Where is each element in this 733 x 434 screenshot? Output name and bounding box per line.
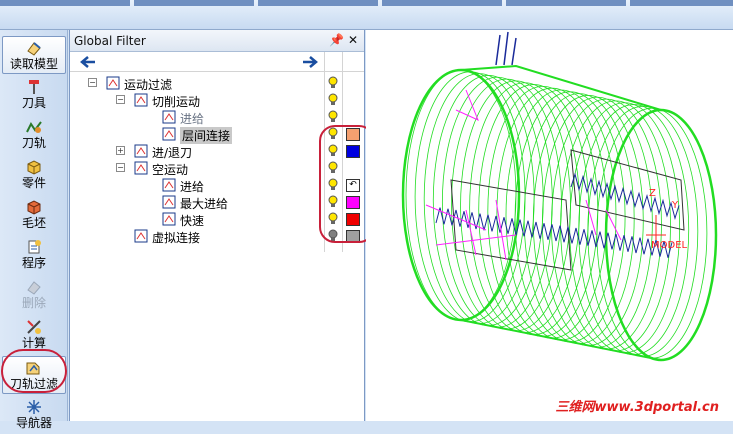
motion-type-icon — [134, 161, 148, 175]
panel-title-bar: Global Filter 📌 ✕ — [70, 30, 364, 52]
top-tab[interactable] — [0, 0, 130, 6]
program-icon — [28, 240, 41, 254]
load-model-label: 读取模型 — [9, 57, 58, 71]
motion-type-icon — [134, 93, 148, 107]
arrow-left-icon[interactable] — [80, 56, 96, 68]
collapse-icon[interactable]: − — [116, 163, 125, 172]
tree-item-label: 运动过滤 — [124, 78, 173, 92]
bulb-on-icon[interactable] — [327, 93, 339, 107]
program-label: 程序 — [21, 256, 46, 270]
watermark: 三维网www.3dportal.cn — [555, 400, 719, 415]
tree-item-label: 进给 — [180, 180, 205, 194]
motion-type-icon — [106, 76, 120, 90]
motion-type-icon — [162, 195, 176, 209]
axis-label: MODEL — [651, 240, 688, 251]
stock-icon — [27, 200, 41, 215]
axis-z-label: Z — [649, 188, 656, 199]
delete-label: 删除 — [21, 296, 46, 310]
bulb-on-icon[interactable] — [327, 76, 339, 90]
tree-item-label: 进给 — [180, 112, 205, 126]
motion-type-icon — [134, 144, 148, 158]
toolpath-label: 刀轨 — [21, 136, 46, 150]
3d-viewport[interactable]: MODEL Z Y 三维网www.3dportal.cn — [366, 30, 733, 421]
motion-type-icon — [162, 178, 176, 192]
tree-row[interactable]: 进给 — [70, 109, 364, 126]
tool-label: 刀具 — [21, 96, 46, 110]
part-label: 零件 — [21, 176, 46, 190]
header-divider — [70, 71, 364, 72]
top-tab[interactable] — [134, 0, 254, 6]
tool-button[interactable]: 刀具 — [2, 76, 66, 114]
panel-title: Global Filter — [74, 34, 146, 48]
pin-icon[interactable]: 📌 — [329, 33, 344, 47]
part-button[interactable]: 零件 — [2, 156, 66, 194]
arrow-right-icon[interactable] — [302, 56, 318, 68]
motion-type-icon — [162, 212, 176, 226]
top-tab[interactable] — [630, 0, 733, 6]
delete-button[interactable]: 删除 — [2, 276, 66, 314]
filter-header-row — [70, 54, 364, 71]
tree-item-label: 切削运动 — [152, 95, 201, 109]
expand-icon[interactable]: + — [116, 146, 125, 155]
program-button[interactable]: 程序 — [2, 236, 66, 274]
collapse-icon[interactable]: − — [88, 78, 97, 87]
bulb-on-icon[interactable] — [327, 110, 339, 124]
tree-row[interactable]: − 运动过滤 — [70, 75, 364, 92]
highlight-ring — [1, 349, 67, 393]
toolpath-button[interactable]: 刀轨 — [2, 116, 66, 154]
motion-type-icon — [162, 110, 176, 124]
tree-item-label: 层间连接 — [180, 127, 233, 144]
motion-type-icon — [162, 127, 176, 141]
collapse-icon[interactable]: − — [116, 95, 125, 104]
tree-item-label: 进/退刀 — [152, 146, 193, 160]
navigator-icon — [27, 400, 41, 414]
toolpath-icon — [26, 121, 42, 133]
close-icon[interactable]: ✕ — [348, 33, 358, 47]
navigator-button[interactable]: 导航器 — [2, 396, 66, 434]
load-model-icon — [27, 42, 41, 56]
top-toolbar — [0, 0, 733, 30]
toolpath-model: MODEL Z Y — [401, 31, 718, 362]
top-tab[interactable] — [382, 0, 502, 6]
navigator-label: 导航器 — [15, 416, 52, 430]
part-icon — [27, 160, 41, 175]
axis-y-label: Y — [671, 200, 679, 211]
load-model-button[interactable]: 读取模型 — [2, 36, 66, 74]
delete-icon — [27, 281, 41, 295]
tree-item-label: 快速 — [180, 214, 205, 228]
motion-type-icon — [134, 229, 148, 243]
compute-label: 计算 — [21, 336, 46, 350]
compute-icon — [27, 320, 41, 334]
tree-item-label: 空运动 — [152, 163, 189, 177]
tree-item-label: 最大进给 — [180, 197, 229, 211]
tree-item-label: 虚拟连接 — [152, 231, 201, 245]
stock-button[interactable]: 毛坯 — [2, 196, 66, 234]
tool-icon — [29, 80, 39, 94]
top-tab[interactable] — [506, 0, 626, 6]
top-tab[interactable] — [258, 0, 378, 6]
stock-label: 毛坯 — [21, 216, 46, 230]
tree-row[interactable]: − 切削运动 — [70, 92, 364, 109]
